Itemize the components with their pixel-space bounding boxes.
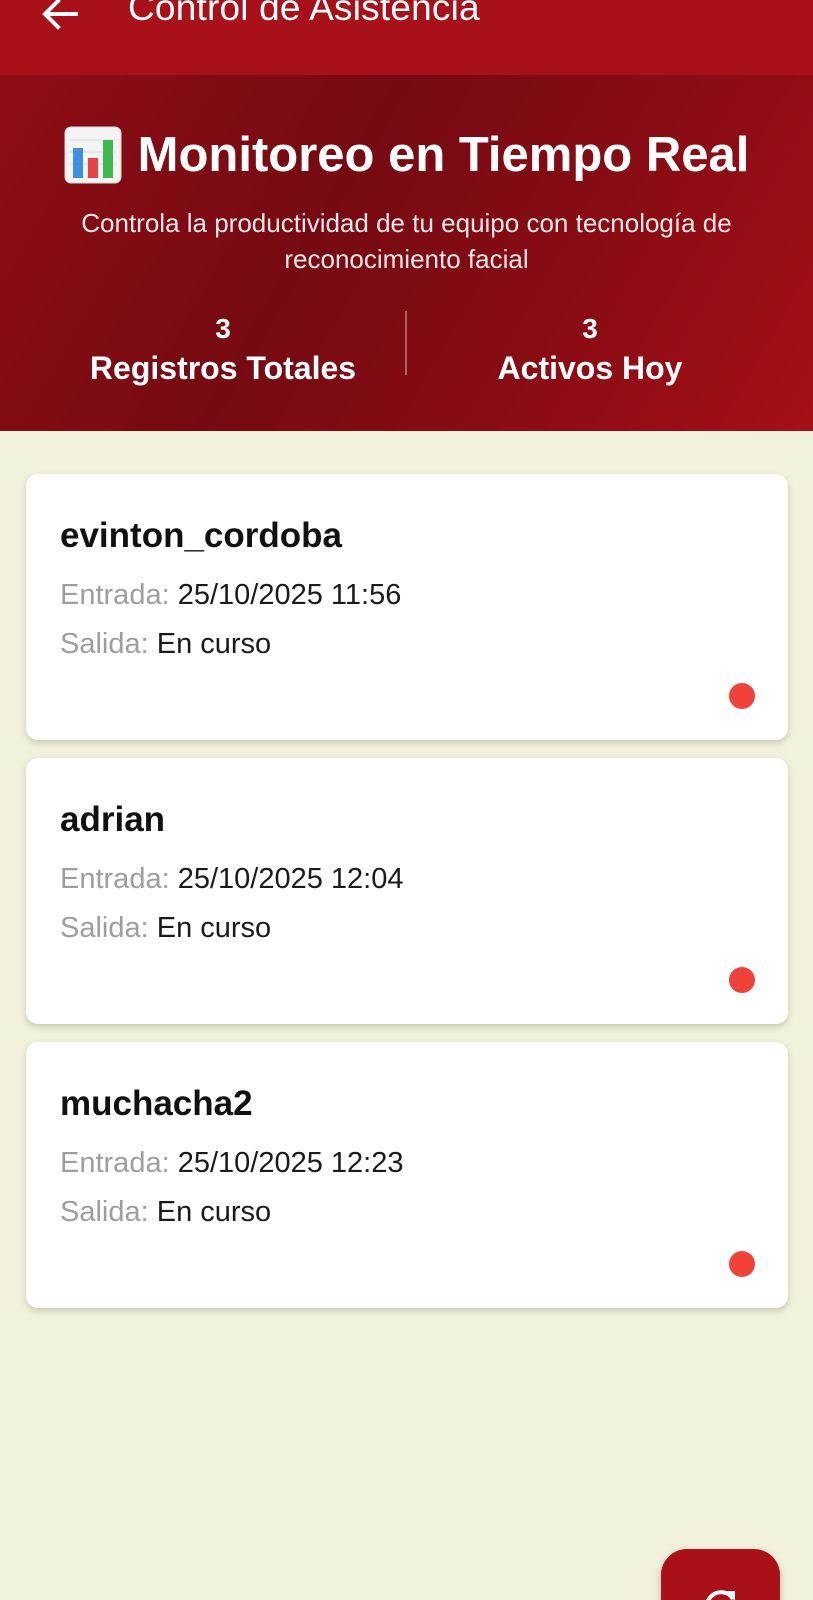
attendance-card[interactable]: evinton_cordoba Entrada: 25/10/2025 11:5… — [26, 474, 788, 740]
active-status-dot — [729, 1251, 755, 1277]
page-title: Control de Asistencia — [128, 0, 480, 28]
active-status-dot — [729, 967, 755, 993]
exit-status: En curso — [156, 1196, 272, 1228]
hero-title: Monitoreo en Tiempo Real — [137, 128, 750, 182]
hero-banner: Monitoreo en Tiempo Real Controla la pro… — [0, 75, 813, 431]
stats-row: 3 Registros Totales 3 Activos Hoy — [0, 311, 813, 411]
entry-time: 25/10/2025 12:23 — [177, 1147, 404, 1179]
exit-status: En curso — [156, 628, 272, 660]
exit-status: En curso — [156, 912, 272, 944]
exit-time-row: Salida: En curso — [60, 626, 271, 662]
employee-name: evinton_cordoba — [60, 516, 342, 555]
exit-time-row: Salida: En curso — [60, 1194, 271, 1230]
exit-time-row: Salida: En curso — [60, 910, 271, 946]
entry-label: Entrada: — [60, 863, 170, 895]
refresh-button[interactable] — [661, 1549, 780, 1600]
stat-active-today: 3 Activos Hoy — [410, 311, 770, 389]
employee-name: adrian — [60, 800, 166, 839]
bar-chart-icon — [64, 126, 122, 184]
stat-value: 3 — [582, 313, 598, 344]
entry-time-row: Entrada: 25/10/2025 12:23 — [60, 1145, 403, 1181]
attendance-card[interactable]: muchacha2 Entrada: 25/10/2025 12:23 Sali… — [26, 1042, 788, 1308]
stat-label: Activos Hoy — [497, 350, 683, 386]
hero-title-row: Monitoreo en Tiempo Real — [0, 123, 813, 187]
stat-label: Registros Totales — [89, 350, 357, 386]
refresh-icon — [706, 1590, 735, 1600]
exit-label: Salida: — [60, 912, 149, 944]
hero-subtitle: Controla la productividad de tu equipo c… — [81, 208, 732, 274]
stat-value: 3 — [215, 313, 231, 344]
attendance-card[interactable]: adrian Entrada: 25/10/2025 12:04 Salida:… — [26, 758, 788, 1024]
entry-time-row: Entrada: 25/10/2025 11:56 — [60, 577, 401, 613]
arrow-left-icon — [42, 0, 78, 30]
entry-time: 25/10/2025 11:56 — [177, 579, 402, 611]
employee-name: muchacha2 — [60, 1084, 253, 1123]
entry-label: Entrada: — [60, 579, 170, 611]
exit-label: Salida: — [60, 628, 149, 660]
attendance-screen: Control de Asistencia Monitoreo en Tiemp… — [0, 0, 813, 1600]
app-bar: Control de Asistencia — [0, 0, 813, 75]
exit-label: Salida: — [60, 1196, 149, 1228]
entry-time: 25/10/2025 12:04 — [177, 863, 404, 895]
entry-label: Entrada: — [60, 1147, 170, 1179]
stat-total-records: 3 Registros Totales — [43, 311, 403, 389]
active-status-dot — [729, 683, 755, 709]
entry-time-row: Entrada: 25/10/2025 12:04 — [60, 861, 403, 897]
back-button[interactable] — [36, 0, 84, 36]
stat-divider — [405, 311, 407, 375]
